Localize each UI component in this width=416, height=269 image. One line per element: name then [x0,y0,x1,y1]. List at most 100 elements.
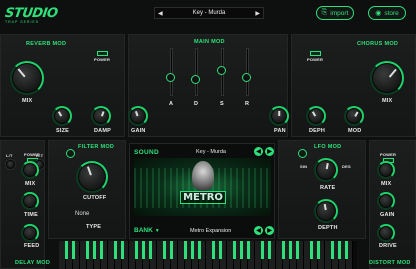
reverb-damp-knob[interactable] [91,106,111,126]
black-key[interactable] [218,241,222,259]
distort-drive-knob[interactable] [377,224,395,242]
adsr-slider-s[interactable]: S [217,48,226,107]
black-key[interactable] [309,241,313,259]
delay-time-knob[interactable] [21,192,39,210]
reverb-power-label: POWER [94,57,111,62]
black-key[interactable] [344,241,348,259]
filter-power-button[interactable] [66,149,75,158]
lfo-power-button[interactable] [298,149,307,158]
adsr-thumb[interactable] [217,65,226,75]
main-panel [128,34,288,137]
delay-lt-knob[interactable] [6,160,15,169]
lfo-rate-knob[interactable] [314,158,338,182]
main-gain-label: GAIN [131,128,146,134]
chorus-power[interactable]: POWER [307,51,323,62]
black-key[interactable] [64,241,68,259]
main-pan-knob[interactable] [269,106,289,126]
black-key[interactable] [148,241,152,259]
adsr-track[interactable] [195,48,198,96]
adsr-slider-r[interactable]: R [242,48,251,107]
artwork-figure [192,161,214,191]
black-key[interactable] [169,241,173,259]
black-key[interactable] [197,241,201,259]
filter-cutoff-knob[interactable] [76,161,108,193]
adsr-slider-a[interactable]: A [166,48,175,107]
sound-header: SOUND [134,149,159,156]
lfo-depth-knob[interactable] [314,199,338,223]
delay-mix-knob[interactable] [21,161,39,179]
delay-lt-label: L/T [6,153,13,158]
black-key[interactable] [162,241,166,259]
delay-feed-knob[interactable] [21,224,39,242]
black-key[interactable] [183,241,187,259]
main-gain-knob[interactable] [128,106,148,126]
black-key[interactable] [281,241,285,259]
black-key[interactable] [85,241,89,259]
artwork-logo: METRO [180,191,226,204]
reverb-size-knob[interactable] [52,106,72,126]
black-key[interactable] [267,241,271,259]
adsr-slider-d[interactable]: D [191,48,200,107]
reverb-power[interactable]: POWER [94,51,110,62]
delay-header: DELAY MOD [15,260,51,266]
black-key[interactable] [92,241,96,259]
preset-selector[interactable]: ◀ Key - Murda ▶ [154,7,264,19]
store-button[interactable]: ◉ store [368,6,406,20]
black-key[interactable] [246,241,250,259]
black-key[interactable] [141,241,145,259]
store-icon: ◉ [375,10,382,17]
black-key[interactable] [330,241,334,259]
chorus-deph-label: DEPH [309,128,326,134]
distort-gain-knob[interactable] [377,192,395,210]
black-key[interactable] [295,241,299,259]
black-key[interactable] [239,241,243,259]
black-key[interactable] [316,241,320,259]
black-key[interactable] [113,241,117,259]
bank-label: BANK [134,227,153,234]
chorus-deph-knob[interactable] [306,106,326,126]
distort-mix-label: MIX [381,181,392,187]
bank-selector[interactable]: BANK ▼ [134,227,160,234]
preset-prev-icon[interactable]: ◀ [158,10,163,17]
black-key[interactable] [232,241,236,259]
black-key[interactable] [337,241,341,259]
black-key[interactable] [260,241,264,259]
black-key[interactable] [134,241,138,259]
adsr-track[interactable] [170,48,173,96]
filter-type-label: TYPE [86,224,102,230]
piano-keyboard[interactable] [59,241,357,269]
black-key[interactable] [190,241,194,259]
filter-type-select[interactable]: None [74,211,114,221]
reverb-mix-knob[interactable] [10,61,44,95]
lfo-depth-label: DEPTH [318,225,338,231]
black-key[interactable] [99,241,103,259]
chorus-mix-knob[interactable] [370,61,404,95]
adsr-label: D [194,101,199,107]
bank-prev-button[interactable]: ◀ [254,226,263,235]
chorus-power-label: POWER [307,57,324,62]
delay-time-label: TIME [24,212,38,218]
store-label: store [384,9,399,17]
black-key[interactable] [71,241,75,259]
sound-prev-button[interactable]: ◀ [254,147,263,156]
reverb-mix-label: MIX [22,98,33,104]
bank-name: Metro Expansion [190,228,232,234]
black-key[interactable] [120,241,124,259]
logo-text: STUDIO [3,6,59,21]
black-key[interactable] [211,241,215,259]
preset-next-icon[interactable]: ▶ [255,10,260,17]
reverb-size-label: SIZE [56,128,70,134]
preset-artwork: METRO [134,158,271,216]
adsr-label: S [220,101,224,107]
black-key[interactable] [288,241,292,259]
distort-mix-knob[interactable] [377,161,395,179]
reverb-power-led[interactable] [96,51,108,56]
chorus-mod-knob[interactable] [344,106,364,126]
sound-next-button[interactable]: ▶ [265,147,274,156]
bank-next-button[interactable]: ▶ [265,226,274,235]
import-label: import [330,9,349,17]
distort-power-label: POWER [380,152,397,157]
import-button[interactable]: ⎘ import [316,6,354,20]
chorus-power-led[interactable] [309,51,321,56]
adsr-track[interactable] [246,48,249,96]
